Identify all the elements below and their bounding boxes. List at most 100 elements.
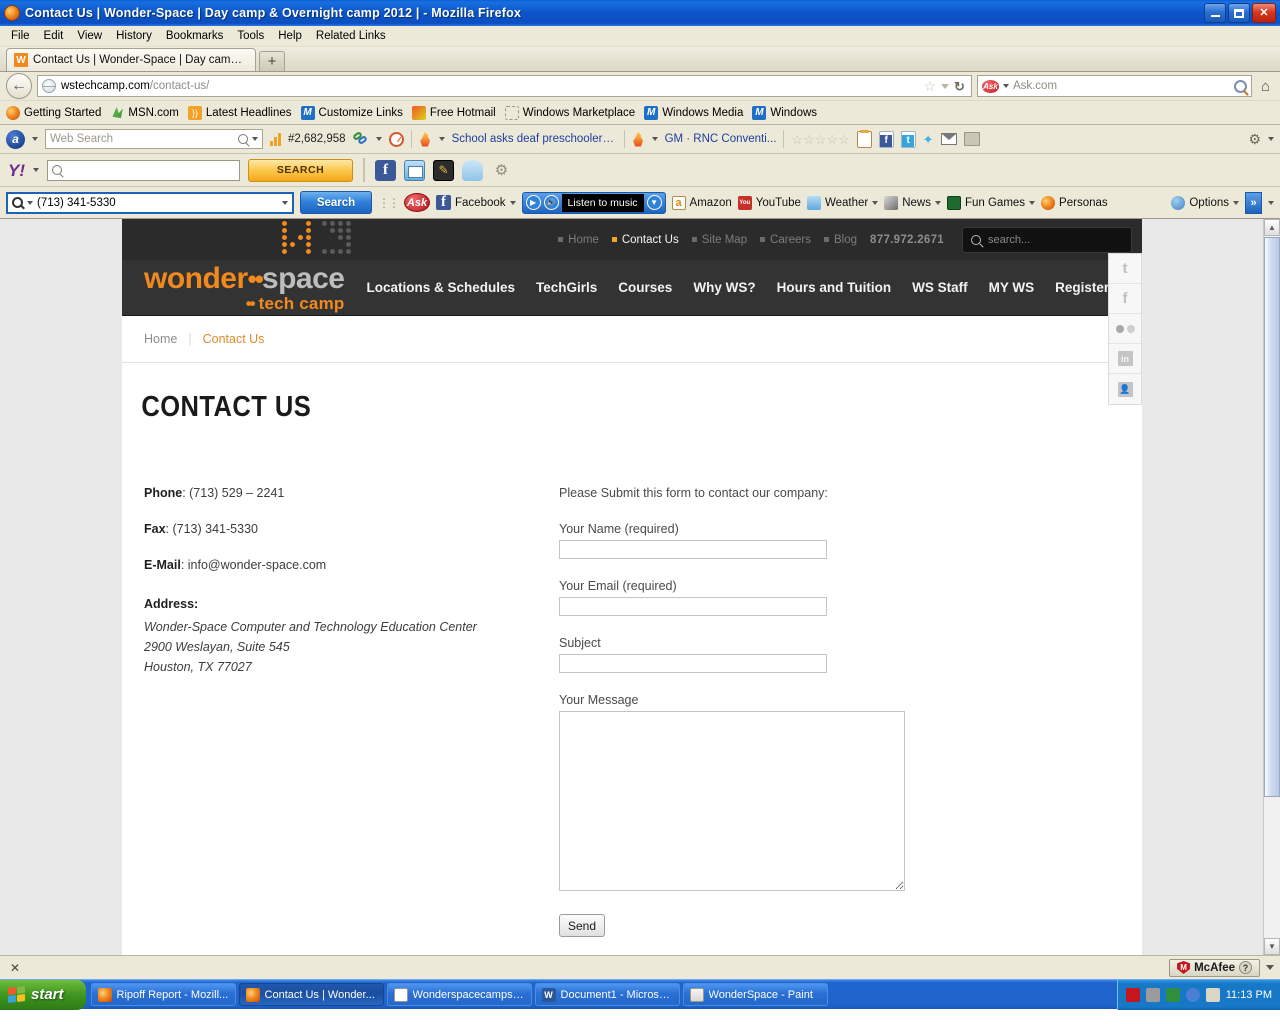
reload-icon[interactable]: ↻ [954, 80, 965, 93]
sparkle-icon[interactable]: ✦ [923, 133, 934, 146]
chevron-down-icon[interactable] [32, 137, 38, 141]
taskbar-item-document1[interactable]: W Document1 - Microsof... [534, 983, 680, 1006]
toolbar-overflow-button[interactable]: » [1245, 191, 1262, 214]
yahoo-logo-icon[interactable]: Y! [8, 162, 25, 179]
notepad-icon[interactable] [856, 129, 872, 148]
ask-item-amazon[interactable]: a Amazon [671, 195, 732, 210]
ask-options-button[interactable]: Options [1171, 195, 1239, 210]
menu-item-edit[interactable]: Edit [37, 28, 71, 44]
network-tray-icon[interactable] [1185, 987, 1200, 1002]
start-button[interactable]: start [0, 979, 86, 1010]
chevron-down-icon[interactable] [1266, 965, 1274, 970]
wonder-space-logo-icon[interactable] [282, 221, 354, 259]
chevron-down-icon[interactable] [941, 83, 950, 89]
nav-hours-and-tuition[interactable]: Hours and Tuition [777, 280, 892, 295]
new-tab-button[interactable]: + [259, 51, 285, 71]
send-button[interactable]: Send [559, 914, 605, 937]
top-nav-contact-us[interactable]: Contact Us [611, 234, 679, 246]
bookmark-getting-started[interactable]: Getting Started [6, 105, 101, 120]
bookmark-latest-headlines[interactable]: )) Latest Headlines [187, 105, 292, 120]
ask-item-personas[interactable]: Personas [1041, 195, 1108, 210]
menu-item-history[interactable]: History [109, 28, 159, 44]
chevron-down-icon[interactable]: ▼ [646, 195, 662, 210]
share-icon[interactable]: 👤 [1109, 374, 1141, 404]
gear-icon[interactable]: ⚙ [1248, 132, 1261, 146]
scroll-up-arrow[interactable]: ▲ [1264, 219, 1280, 236]
nav-ws-staff[interactable]: WS Staff [912, 280, 968, 295]
nav-why-ws[interactable]: Why WS? [693, 280, 755, 295]
twitter-icon[interactable]: t [1109, 254, 1141, 284]
facebook-icon[interactable]: f [1109, 284, 1141, 314]
linkedin-icon[interactable]: in [1109, 344, 1141, 374]
top-nav-site-map[interactable]: Site Map [691, 234, 747, 246]
ask-item-youtube[interactable]: You YouTube [737, 195, 801, 210]
alexa-news-link-2[interactable]: GM · RNC Conventi... [665, 133, 777, 145]
printer-tray-icon[interactable] [1145, 987, 1160, 1002]
chevron-down-icon[interactable] [438, 137, 445, 141]
back-button[interactable]: ← [6, 73, 32, 99]
menu-item-related-links[interactable]: Related Links [309, 28, 393, 44]
chevron-down-icon[interactable] [1268, 137, 1274, 141]
ask-search-input[interactable]: (713) 341-5330 [6, 191, 294, 214]
facebook-icon[interactable]: f [375, 159, 396, 181]
chevron-down-icon[interactable] [33, 168, 39, 172]
antivirus-tray-icon[interactable] [1165, 987, 1180, 1002]
search-icon[interactable] [1233, 79, 1247, 93]
nav-my-ws[interactable]: MY WS [989, 280, 1035, 295]
mail-icon[interactable] [404, 159, 425, 181]
nav-register[interactable]: Register [1055, 280, 1109, 295]
top-nav-blog[interactable]: Blog [824, 234, 857, 246]
chevron-down-icon[interactable] [27, 200, 33, 205]
ask-item-news[interactable]: News [884, 195, 941, 210]
alexa-logo-icon[interactable]: a [6, 129, 25, 149]
mcafee-status-badge[interactable]: M McAfee ? [1169, 958, 1260, 977]
yahoo-search-input[interactable] [47, 159, 240, 181]
vertical-scrollbar[interactable]: ▲ ▼ [1263, 219, 1280, 955]
taskbar-clock[interactable]: 11:13 PM [1226, 989, 1272, 1001]
nav-techgirls[interactable]: TechGirls [536, 280, 597, 295]
ask-search-button[interactable]: Search [300, 191, 372, 214]
chevron-down-icon[interactable] [375, 137, 382, 141]
taskbar-item-contact-us[interactable]: Contact Us | Wonder... [238, 983, 384, 1006]
ask-facebook-item[interactable]: f Facebook [436, 194, 516, 210]
links-icon[interactable] [351, 130, 369, 146]
ask-item-weather[interactable]: Weather [806, 195, 879, 210]
breadcrumb-home[interactable]: Home [144, 332, 177, 346]
search-icon[interactable] [238, 134, 248, 144]
facebook-share-icon[interactable]: f [878, 130, 894, 148]
flickr-icon[interactable] [1109, 314, 1141, 344]
menu-item-bookmarks[interactable]: Bookmarks [159, 28, 231, 44]
bookmark-star-icon[interactable]: ☆ [923, 79, 936, 93]
name-input[interactable] [559, 540, 827, 559]
bookmark-windows-media[interactable]: M Windows Media [644, 105, 743, 120]
taskbar-item-ripoff-report[interactable]: Ripoff Report - Mozill... [90, 983, 236, 1006]
speed-icon[interactable] [388, 131, 404, 147]
ask-logo-icon[interactable]: Ask [981, 79, 999, 93]
subject-input[interactable] [559, 654, 827, 673]
email-input[interactable] [559, 597, 827, 616]
chevron-down-icon[interactable] [651, 137, 658, 141]
brand-wordmark[interactable]: wonder••space •• tech camp [144, 263, 345, 312]
minimize-button[interactable] [1204, 3, 1226, 23]
nav-courses[interactable]: Courses [618, 280, 672, 295]
scroll-down-arrow[interactable]: ▼ [1264, 938, 1280, 955]
yahoo-search-button[interactable]: SEARCH [248, 158, 353, 182]
chevron-down-icon[interactable] [1268, 200, 1274, 205]
bookmark-msn[interactable]: MSN.com [110, 106, 179, 120]
menu-item-tools[interactable]: Tools [230, 28, 271, 44]
site-search-box[interactable]: search... [962, 226, 1132, 253]
play-icon[interactable]: ▶ [525, 195, 541, 210]
lock-tray-icon[interactable] [1205, 987, 1220, 1002]
browser-tab[interactable]: W Contact Us | Wonder-Space | Day camp &… [6, 48, 256, 71]
taskbar-item-wonderspace-paint[interactable]: WonderSpace - Paint [682, 983, 828, 1006]
chevron-down-icon[interactable] [282, 200, 288, 205]
menu-item-help[interactable]: Help [271, 28, 309, 44]
taskbar-item-wonderspacecampsm[interactable]: Wonderspacecampsm... [386, 983, 532, 1006]
bookmark-windows-marketplace[interactable]: Windows Marketplace [504, 105, 635, 120]
weather-icon[interactable] [462, 159, 483, 181]
url-bar[interactable]: wstechcamp.com/contact-us/ ☆ ↻ [37, 75, 972, 97]
message-textarea[interactable] [559, 711, 905, 891]
twitter-share-icon[interactable]: t [900, 130, 916, 148]
volume-icon[interactable]: 🔊 [543, 195, 559, 210]
chevron-down-icon[interactable] [252, 137, 258, 141]
